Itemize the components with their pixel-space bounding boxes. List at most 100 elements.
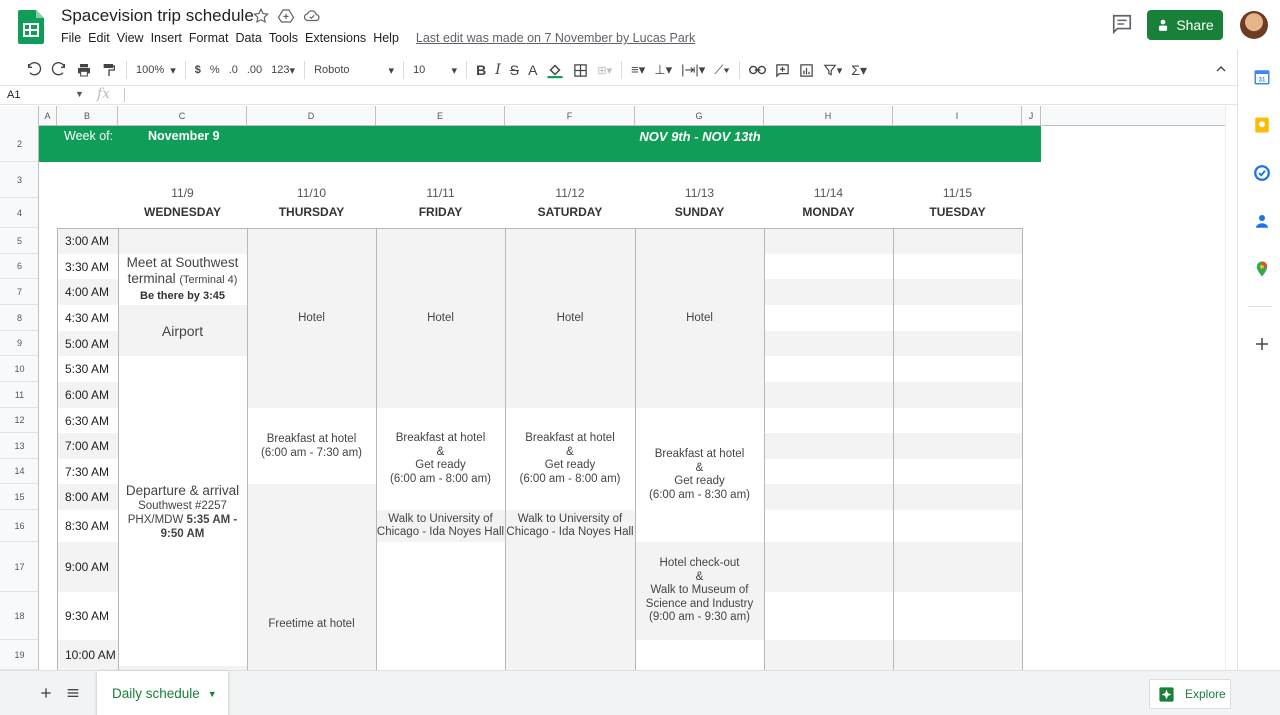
menu-view[interactable]: View — [117, 31, 144, 49]
week-value[interactable]: November 9 — [148, 129, 220, 143]
time-cell[interactable]: 5:30 AM — [57, 356, 118, 382]
all-sheets-icon[interactable] — [65, 685, 81, 701]
schedule-event-freetime[interactable]: Freetime at hotel — [247, 484, 376, 670]
column-header-e[interactable]: E — [376, 106, 505, 126]
schedule-cell-empty[interactable] — [635, 640, 764, 670]
menu-insert[interactable]: Insert — [151, 31, 182, 49]
column-header-f[interactable]: F — [505, 106, 635, 126]
align-horizontal-icon[interactable]: ≡▾ — [631, 62, 645, 78]
select-all-corner[interactable] — [0, 106, 39, 126]
time-cell[interactable]: 7:00 AM — [57, 433, 118, 459]
schedule-event-breakfast[interactable]: Breakfast at hotel & Get ready (6:00 am … — [635, 408, 764, 542]
name-box[interactable]: A1 — [7, 89, 20, 101]
align-vertical-icon[interactable]: ⊥▾ — [654, 62, 672, 78]
increase-decimal-button[interactable]: .00 — [247, 64, 262, 76]
percent-format-button[interactable]: % — [210, 64, 220, 76]
day-date[interactable]: 11/9 — [118, 184, 247, 202]
explore-button[interactable]: Explore — [1149, 679, 1231, 709]
comments-icon[interactable] — [1111, 13, 1133, 35]
borders-icon[interactable] — [573, 63, 588, 78]
menu-file[interactable]: File — [61, 31, 81, 49]
row-header[interactable]: 6 — [0, 254, 38, 279]
schedule-event-walk[interactable]: Walk to University of Chicago - Ida Noye… — [376, 510, 505, 542]
filter-icon[interactable]: ▾ — [823, 63, 842, 77]
row-header[interactable]: 15 — [0, 484, 38, 510]
more-formats-button[interactable]: 123 ▾ — [271, 64, 295, 77]
row-header[interactable]: 8 — [0, 305, 38, 331]
column-header-b[interactable]: B — [57, 106, 118, 126]
column-header-g[interactable]: G — [635, 106, 764, 126]
cloud-saved-icon[interactable] — [303, 7, 321, 25]
time-cell[interactable]: 8:00 AM — [57, 484, 118, 510]
day-date[interactable]: 11/14 — [764, 184, 893, 202]
row-header[interactable]: 4 — [0, 198, 38, 228]
document-title[interactable]: Spacevision trip schedule — [61, 6, 254, 26]
menu-edit[interactable]: Edit — [88, 31, 110, 49]
time-cell[interactable]: 4:00 AM — [57, 279, 118, 305]
italic-icon[interactable]: I — [495, 62, 501, 78]
insert-link-icon[interactable] — [748, 63, 766, 77]
avatar[interactable] — [1240, 11, 1268, 39]
redo-icon[interactable] — [51, 62, 67, 78]
day-name[interactable]: MONDAY — [764, 203, 893, 221]
day-name[interactable]: FRIDAY — [376, 203, 505, 221]
time-cell[interactable]: 10:00 AM — [57, 640, 118, 670]
zoom-select[interactable]: 100% ▾ — [136, 64, 176, 77]
row-header[interactable]: 19 — [0, 640, 38, 670]
text-color-icon[interactable]: A — [528, 62, 537, 78]
fill-color-icon[interactable] — [546, 61, 564, 79]
maps-icon[interactable] — [1253, 260, 1271, 278]
column-header-c[interactable]: C — [118, 106, 247, 126]
column-header-j[interactable]: J — [1022, 106, 1041, 126]
currency-format-button[interactable]: $ — [195, 64, 201, 76]
row-header[interactable]: 18 — [0, 592, 38, 640]
time-cell[interactable]: 8:30 AM — [57, 510, 118, 542]
row-header[interactable]: 17 — [0, 542, 38, 592]
time-cell[interactable]: 3:30 AM — [57, 254, 118, 279]
keep-icon[interactable] — [1253, 116, 1271, 134]
day-name[interactable]: WEDNESDAY — [118, 203, 247, 221]
column-header-a[interactable]: A — [39, 106, 57, 126]
menu-help[interactable]: Help — [373, 31, 399, 49]
menu-format[interactable]: Format — [189, 31, 229, 49]
week-range[interactable]: NOV 9th - NOV 13th — [635, 129, 765, 144]
sheet-tab-dropdown-icon[interactable]: ▼ — [208, 689, 217, 699]
time-cell[interactable]: 5:00 AM — [57, 331, 118, 356]
strikethrough-icon[interactable]: S — [510, 62, 519, 78]
row-header[interactable]: 7 — [0, 279, 38, 305]
column-header-d[interactable]: D — [247, 106, 376, 126]
font-family-select[interactable]: Roboto ▾ — [314, 64, 394, 77]
schedule-event-hotel[interactable]: Hotel — [247, 228, 376, 408]
day-name[interactable]: TUESDAY — [893, 203, 1022, 221]
schedule-event-hotel[interactable]: Hotel — [376, 228, 505, 408]
schedule-event-breakfast[interactable]: Breakfast at hotel & Get ready (6:00 am … — [505, 408, 635, 510]
vertical-scrollbar[interactable] — [1225, 106, 1237, 670]
day-name[interactable]: THURSDAY — [247, 203, 376, 221]
print-icon[interactable] — [76, 62, 92, 78]
schedule-cell-empty[interactable] — [118, 228, 247, 254]
schedule-cell-empty[interactable] — [505, 542, 635, 670]
schedule-event-departure[interactable]: Departure & arrival Southwest #2257 PHX/… — [118, 356, 247, 666]
time-cell[interactable]: 9:00 AM — [57, 542, 118, 592]
sheets-logo-icon[interactable] — [18, 10, 44, 44]
day-date[interactable]: 11/12 — [505, 184, 635, 202]
add-sheet-icon[interactable] — [38, 685, 54, 701]
functions-icon[interactable]: Σ▾ — [851, 62, 867, 79]
add-icon[interactable] — [1253, 335, 1271, 353]
menu-data[interactable]: Data — [235, 31, 261, 49]
drive-move-icon[interactable] — [277, 7, 295, 25]
last-edit-link[interactable]: Last edit was made on 7 November by Luca… — [416, 31, 695, 49]
row-header[interactable]: 14 — [0, 459, 38, 484]
schedule-event-walk[interactable]: Walk to University of Chicago - Ida Noye… — [505, 510, 635, 542]
schedule-event-meet[interactable]: Meet at Southwest terminal (Terminal 4) … — [118, 254, 247, 305]
insert-chart-icon[interactable] — [799, 63, 814, 78]
schedule-event-breakfast[interactable]: Breakfast at hotel & Get ready (6:00 am … — [376, 408, 505, 510]
day-date[interactable]: 11/15 — [893, 184, 1022, 202]
menu-extensions[interactable]: Extensions — [305, 31, 366, 49]
row-header[interactable]: 5 — [0, 228, 38, 254]
paint-format-icon[interactable] — [101, 62, 117, 78]
row-header[interactable]: 10 — [0, 356, 38, 382]
text-rotate-icon[interactable]: ⟋▾ — [714, 62, 729, 78]
schedule-event-hotel[interactable]: Hotel — [505, 228, 635, 408]
row-header[interactable]: 12 — [0, 408, 38, 433]
